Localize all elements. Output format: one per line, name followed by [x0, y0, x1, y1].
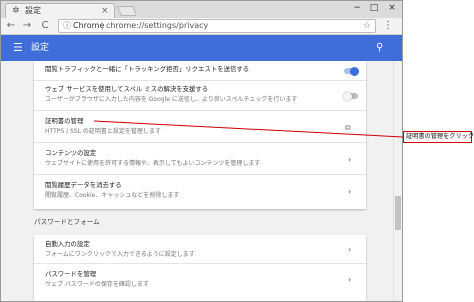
- callout-annotation: 証明書の管理をクリック: [403, 131, 474, 143]
- callout-pointer-line: [93, 120, 404, 138]
- screenshot-frame: ✲ 設定 × − □ × ← → C ⓘ Chrome chrome://set…: [0, 0, 474, 302]
- callout-text: 証明書の管理をクリック: [406, 133, 474, 140]
- callout-pointer-stroke: [93, 120, 404, 138]
